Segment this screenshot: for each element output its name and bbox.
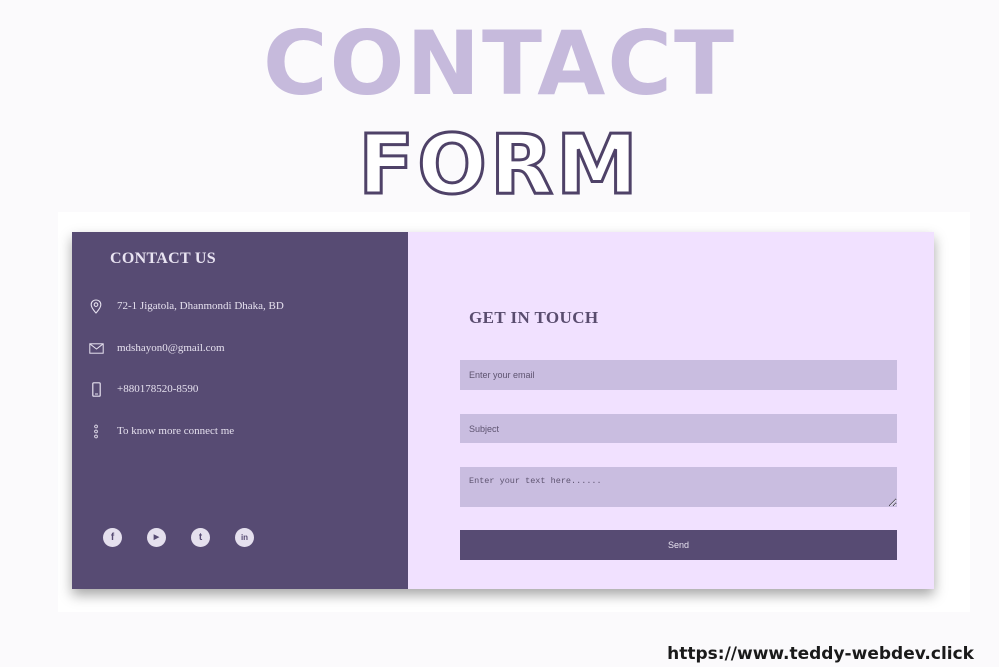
connect-more-text: To know more connect me — [117, 425, 235, 437]
send-button[interactable]: Send — [460, 530, 897, 560]
more-row: To know more connect me — [88, 423, 234, 439]
contact-info-panel: CONTACT US 72-1 Jigatola, Dhanmondi Dhak… — [72, 232, 408, 589]
youtube-icon[interactable]: ▶ — [147, 528, 166, 547]
contact-us-title: CONTACT US — [110, 250, 216, 267]
linkedin-icon[interactable]: in — [235, 528, 254, 547]
location-pin-icon — [88, 298, 104, 314]
hero-title-contact: CONTACT — [263, 12, 736, 115]
website-url: https://www.teddy-webdev.click — [667, 644, 974, 664]
email-text[interactable]: mdshayon0@gmail.com — [117, 342, 225, 354]
facebook-glyph: f — [110, 531, 115, 543]
address-row: 72-1 Jigatola, Dhanmondi Dhaka, BD — [88, 298, 284, 314]
contact-form-panel: GET IN TOUCH Send — [408, 232, 934, 589]
get-in-touch-title: GET IN TOUCH — [469, 308, 599, 327]
mobile-phone-icon — [88, 381, 104, 397]
facebook-icon[interactable]: f — [103, 528, 122, 547]
email-input[interactable] — [460, 360, 897, 390]
subject-input[interactable] — [460, 414, 897, 443]
phone-row: +880178520-8590 — [88, 381, 198, 397]
contact-card: CONTACT US 72-1 Jigatola, Dhanmondi Dhak… — [72, 232, 934, 589]
hero-title-form: FORM — [357, 117, 641, 215]
phone-text[interactable]: +880178520-8590 — [117, 383, 198, 395]
youtube-glyph: ▶ — [153, 534, 160, 541]
twitter-icon[interactable]: t — [191, 528, 210, 547]
twitter-glyph: t — [198, 531, 203, 543]
linkedin-glyph: in — [240, 532, 249, 542]
vertical-dots-icon — [88, 423, 104, 439]
email-row: mdshayon0@gmail.com — [88, 340, 225, 356]
message-textarea[interactable] — [460, 467, 897, 507]
social-links: f ▶ t in — [103, 528, 254, 547]
address-text: 72-1 Jigatola, Dhanmondi Dhaka, BD — [117, 300, 284, 312]
envelope-icon — [88, 340, 104, 356]
